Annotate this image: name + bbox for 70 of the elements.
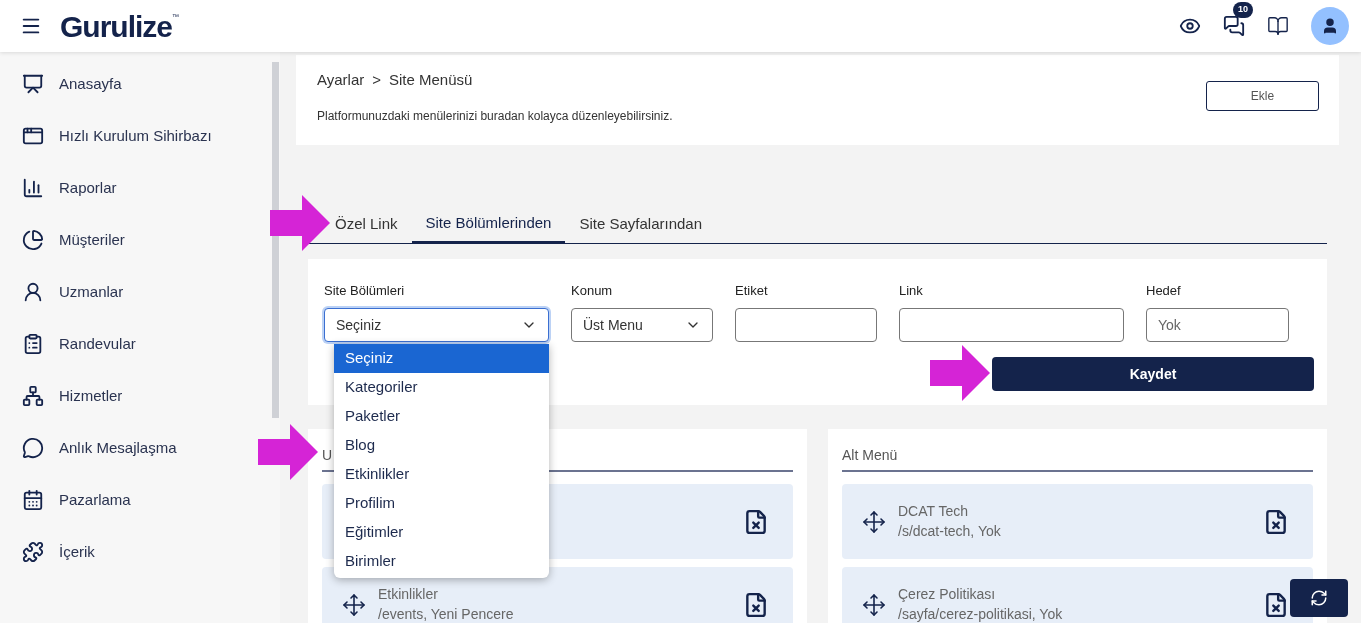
refresh-button[interactable] [1290,579,1348,617]
delete-file-icon[interactable] [1263,591,1289,618]
logo[interactable]: Gurulize [60,3,172,49]
person-icon [22,281,44,303]
sidebar-item[interactable]: Anlık Mesajlaşma [0,422,250,474]
input-field[interactable] [899,308,1124,342]
messages-icon[interactable] [1223,15,1245,37]
sidebar-item[interactable]: Raporlar [0,162,250,214]
tab[interactable]: Site Bölümlerinden [411,205,566,243]
calendar-icon [22,489,44,511]
person-icon [1321,17,1339,35]
dropdown-option[interactable]: Eğitimler [334,518,549,547]
field-label: Etiket [735,282,769,300]
pie-chart-icon [22,229,44,251]
page-description: Platformunuzdaki menülerinizi buradan kolayca düzenleyebilirsiniz. [317,107,673,125]
dropdown-option[interactable]: Birimler [334,547,549,576]
sidebar-item[interactable]: Anasayfa [0,58,250,110]
panel-title: Alt Menü [842,447,898,463]
pointer-arrow [930,345,990,401]
breadcrumb-separator: > [372,70,381,90]
sidebar-item[interactable]: Uzmanlar [0,266,250,318]
field-label: Site Bölümleri [324,282,406,300]
tab[interactable]: Site Sayfalarından [565,205,716,243]
clipboard-icon [22,333,44,355]
sidebar-item[interactable]: Müşteriler [0,214,250,266]
tab[interactable]: Özel Link [321,205,412,243]
delete-file-icon[interactable] [1263,508,1289,535]
dropdown-option[interactable]: Kategoriler [334,373,549,402]
select-field[interactable]: Üst Menu [571,308,713,342]
hierarchy-icon [22,385,44,407]
dropdown-option[interactable]: Etkinlikler [334,460,549,489]
pointer-arrow [258,424,318,480]
dropdown-option[interactable]: Seçiniz [334,344,549,373]
entry-title: Çerez Politikası [898,587,997,602]
puzzle-icon [22,541,44,563]
input-field[interactable]: Yok [1146,308,1289,342]
sidebar-item[interactable]: Hizmetler [0,370,250,422]
refresh-icon [1310,589,1328,607]
field-label: Link [899,282,924,300]
save-button[interactable]: Kaydet [992,357,1314,391]
delete-file-icon[interactable] [743,591,769,618]
sidebar-item[interactable]: Randevular [0,318,250,370]
field-label: Konum [571,282,614,300]
field-label: Hedef [1146,282,1182,300]
scrollbar[interactable] [272,62,279,418]
breadcrumb-link[interactable]: Ayarlar [317,69,365,92]
move-icon[interactable] [342,592,366,617]
book-icon[interactable] [1267,15,1289,37]
window-icon [22,125,44,147]
delete-file-icon[interactable] [743,508,769,535]
entry-title: Etkinlikler [378,587,439,602]
dropdown-option[interactable]: Blog [334,431,549,460]
dropdown-option[interactable]: Profilim [334,489,549,518]
bar-chart-icon [22,177,44,199]
avatar[interactable] [1311,7,1349,45]
breadcrumb-current: Site Menüsü [389,70,473,90]
entry-title: DCAT Tech [898,504,970,519]
pointer-arrow [270,195,330,251]
chat-bubble-icon [22,437,44,459]
input-field[interactable] [735,308,877,342]
panel-title: U [322,447,333,463]
sidebar-item[interactable]: Pazarlama [0,474,250,526]
move-icon[interactable] [862,592,886,617]
dropdown-option[interactable]: Paketler [334,402,549,431]
add-button[interactable]: Ekle [1206,81,1319,111]
select-field[interactable]: Seçiniz [324,308,549,342]
move-icon[interactable] [862,509,886,534]
notification-badge: 10 [1233,2,1253,18]
sidebar-item[interactable]: İçerik [0,526,250,578]
sidebar-item[interactable]: Hızlı Kurulum Sihirbazı [0,110,250,162]
